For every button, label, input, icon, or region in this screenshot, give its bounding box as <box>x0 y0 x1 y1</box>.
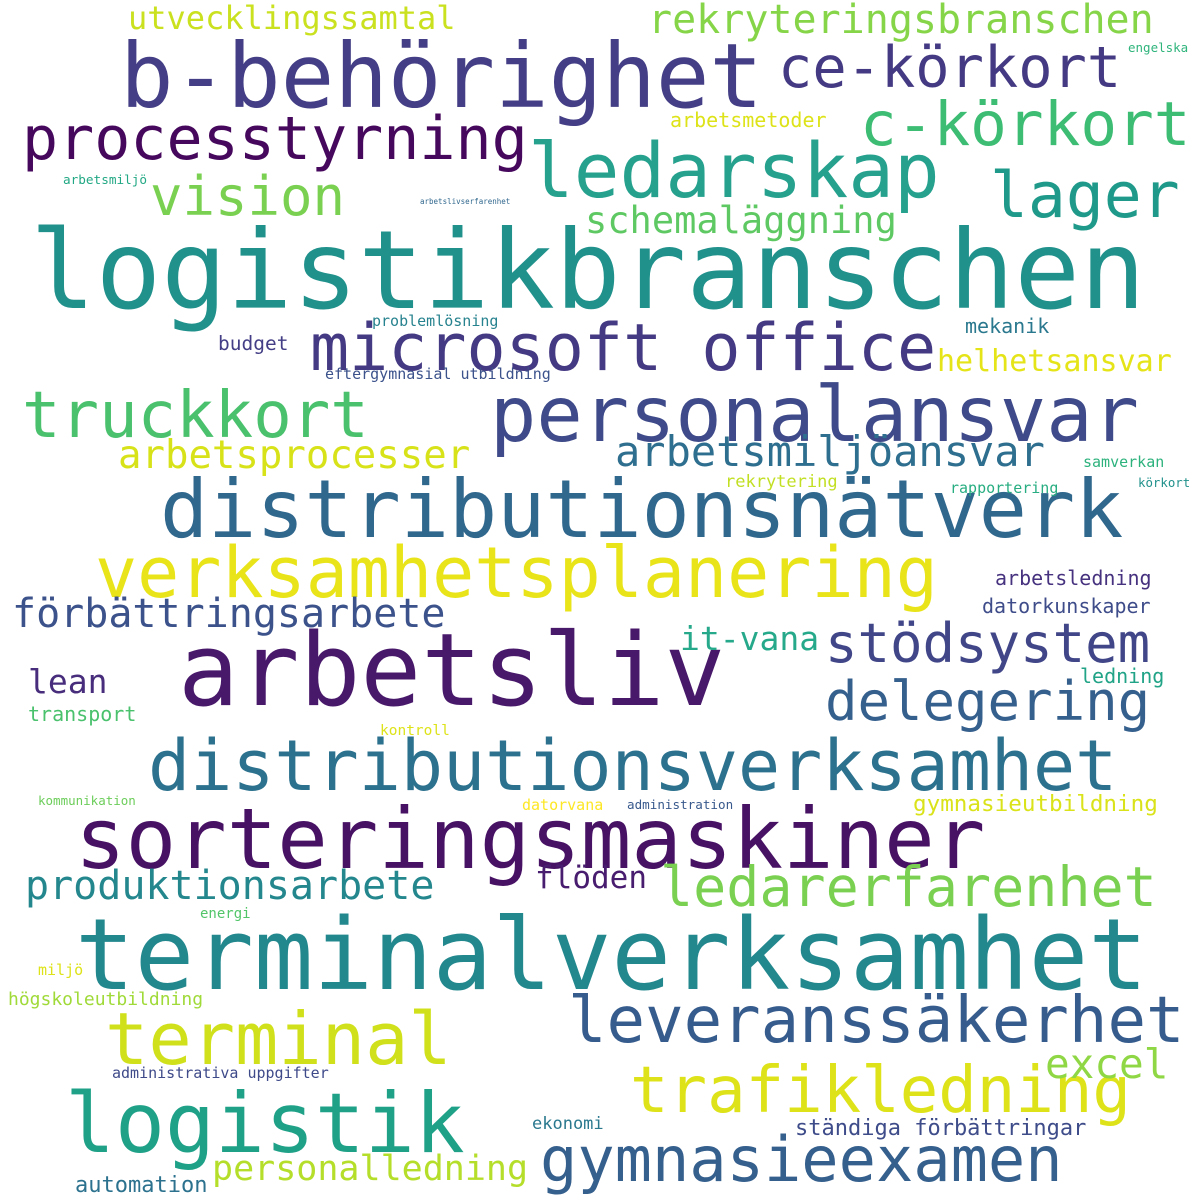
word: arbetslivserfarenhet <box>420 197 511 206</box>
word: automation <box>75 1173 208 1198</box>
word: rekryteringsbranschen <box>648 0 1154 43</box>
word: mekanik <box>965 314 1050 338</box>
word: arbetsledning <box>995 566 1152 590</box>
word: arbetsmiljö <box>63 172 148 187</box>
word: flöden <box>535 860 647 896</box>
word: gymnasieutbildning <box>913 791 1158 817</box>
word: utvecklingssamtal <box>128 0 456 37</box>
word: ständiga förbättringar <box>795 1116 1087 1141</box>
word: schemaläggning <box>585 199 897 242</box>
word: arbetsmetoder <box>670 108 827 132</box>
word: rapportering <box>950 479 1059 497</box>
word: excel <box>1045 1040 1169 1088</box>
word: engelska <box>1128 40 1189 55</box>
word: personalledning <box>212 1149 529 1189</box>
word: datorvana <box>522 796 604 814</box>
word: c-körkort <box>860 89 1191 160</box>
word: it-vana <box>680 619 820 658</box>
word: eftergymnasial utbildning <box>325 365 551 383</box>
word: vision <box>150 165 346 228</box>
word: förbättringsarbete <box>12 591 446 637</box>
word: arbetsprocesser <box>118 433 471 478</box>
word: lager <box>990 159 1180 232</box>
word: ledarerfarenhet <box>660 855 1157 919</box>
word: processtyrning <box>22 104 528 174</box>
word: ledning <box>1080 664 1165 688</box>
word: kommunikation <box>38 793 136 808</box>
word: administrativa uppgifter <box>112 1064 329 1082</box>
word: helhetsansvar <box>937 344 1172 379</box>
word: budget <box>218 332 289 355</box>
word: datorkunskaper <box>982 594 1151 618</box>
word: samverkan <box>1083 453 1165 471</box>
word: energi <box>200 906 251 922</box>
word: rekrytering <box>725 472 838 492</box>
word: administration <box>627 797 734 812</box>
word: lean <box>28 662 108 701</box>
word: högskoleutbildning <box>8 989 204 1010</box>
word: transport <box>28 702 137 726</box>
word: kontroll <box>380 723 450 739</box>
word: ekonomi <box>532 1114 604 1134</box>
word-cloud: logistikbranschen b-behörighet arbetsliv… <box>0 0 1200 1200</box>
word: arbetsmiljöansvar <box>615 427 1045 476</box>
word: produktionsarbete <box>25 863 435 909</box>
word: problemlösning <box>372 312 499 330</box>
word: körkort <box>1138 475 1191 490</box>
word: stödsystem <box>825 612 1151 675</box>
word: miljö <box>38 961 84 979</box>
